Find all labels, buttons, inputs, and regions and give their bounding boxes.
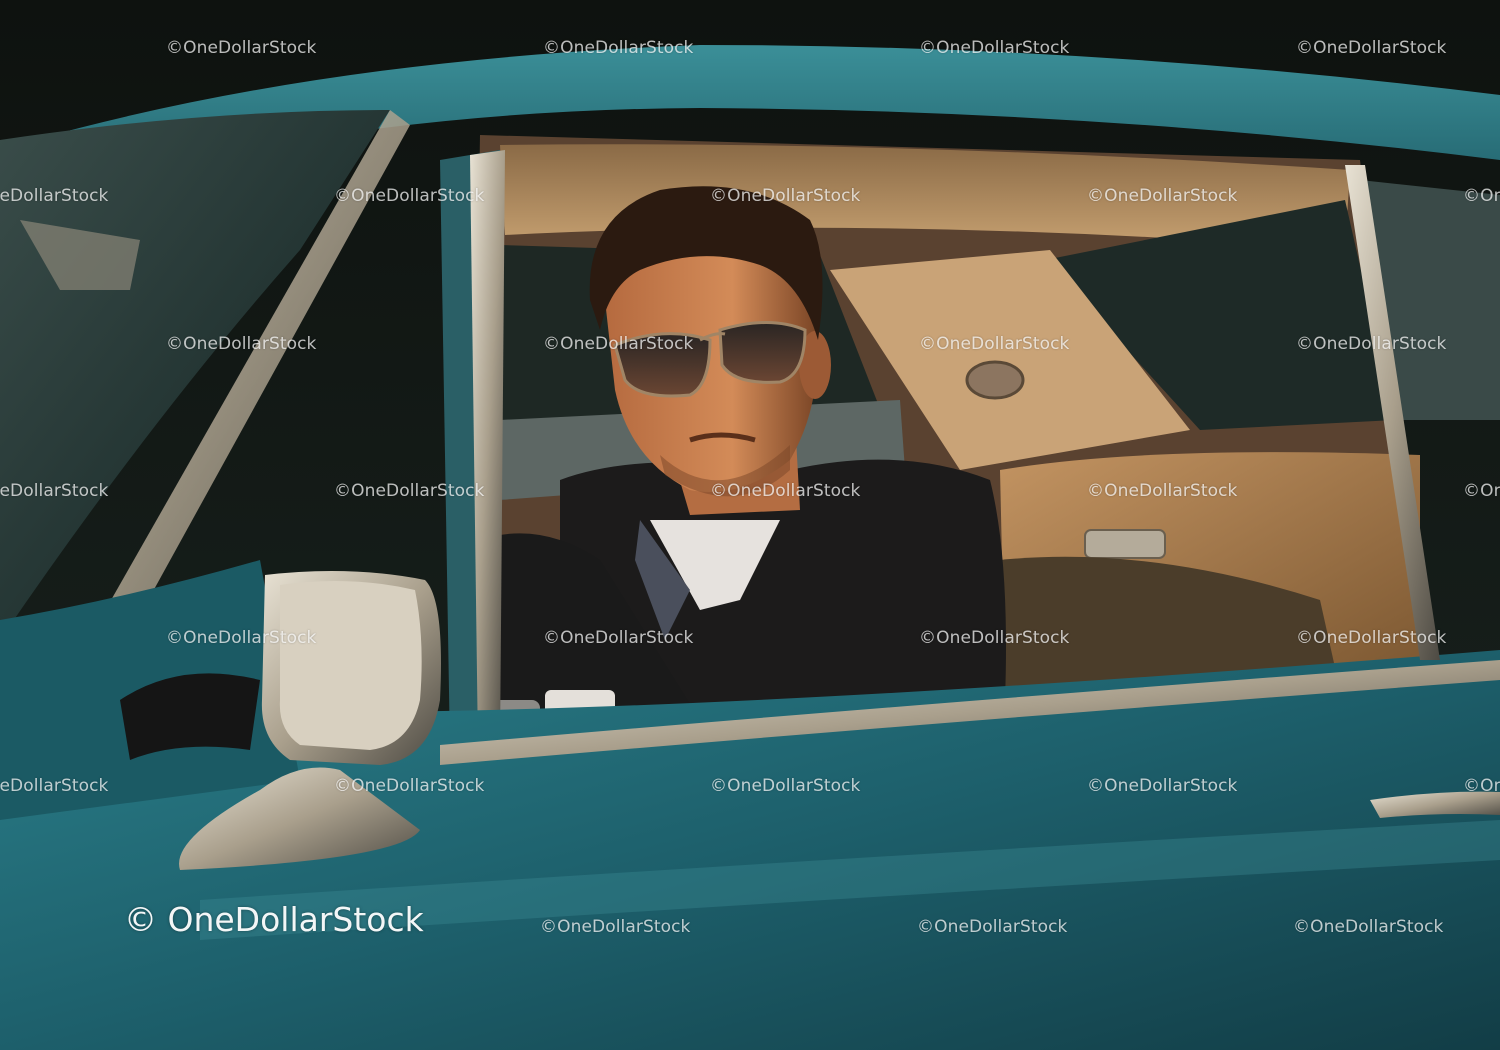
- watermark-text: ©OneDollarStock: [919, 38, 1070, 58]
- watermark-text: ©OneDollarStock: [1296, 334, 1447, 354]
- watermark-text: ©OneDollarStock: [1087, 481, 1238, 501]
- watermark-text: ©OneDollarStock: [710, 186, 861, 206]
- watermark-text: ©OneDollarStock: [1293, 917, 1444, 937]
- watermark-text: ©OneDollarStock: [166, 334, 317, 354]
- watermark-text: ©OneDollarStock: [1087, 776, 1238, 796]
- photo-stage: ©OneDollarStock ©OneDollarStock ©OneDoll…: [0, 0, 1500, 1050]
- watermark-text: ©OneDollarStock: [710, 776, 861, 796]
- watermark-text: ©OneDollarStock: [543, 628, 694, 648]
- watermark-text: ©OneDollarStock: [543, 334, 694, 354]
- watermark-text: ©OneDollarStock: [540, 917, 691, 937]
- watermark-text: ©OneDollarStock: [166, 38, 317, 58]
- watermark-text: ©OneDollarStock: [919, 628, 1070, 648]
- watermark-text: ©OneDollarStock: [0, 186, 109, 206]
- watermark-text: ©OneDollarStock: [1463, 776, 1500, 796]
- watermark-text: ©OneDollarStock: [1296, 628, 1447, 648]
- watermark-text: ©OneDollarStock: [917, 917, 1068, 937]
- watermark-text: ©OneDollarStock: [0, 481, 109, 501]
- watermark-text: ©OneDollarStock: [0, 776, 109, 796]
- watermark-text: ©OneDollarStock: [543, 38, 694, 58]
- watermark-text: ©OneDollarStock: [1087, 186, 1238, 206]
- watermark-text: ©OneDollarStock: [334, 776, 485, 796]
- car-photo: [0, 0, 1500, 1050]
- watermark-text: ©OneDollarStock: [919, 334, 1070, 354]
- watermark-large: © OneDollarStock: [124, 900, 424, 939]
- watermark-text: ©OneDollarStock: [334, 481, 485, 501]
- watermark-text: ©OneDollarStock: [1463, 481, 1500, 501]
- watermark-text: ©OneDollarStock: [166, 628, 317, 648]
- watermark-text: ©OneDollarStock: [1296, 38, 1447, 58]
- watermark-text: ©OneDollarStock: [710, 481, 861, 501]
- watermark-text: ©OneDollarStock: [334, 186, 485, 206]
- watermark-text: ©OneDollarStock: [1463, 186, 1500, 206]
